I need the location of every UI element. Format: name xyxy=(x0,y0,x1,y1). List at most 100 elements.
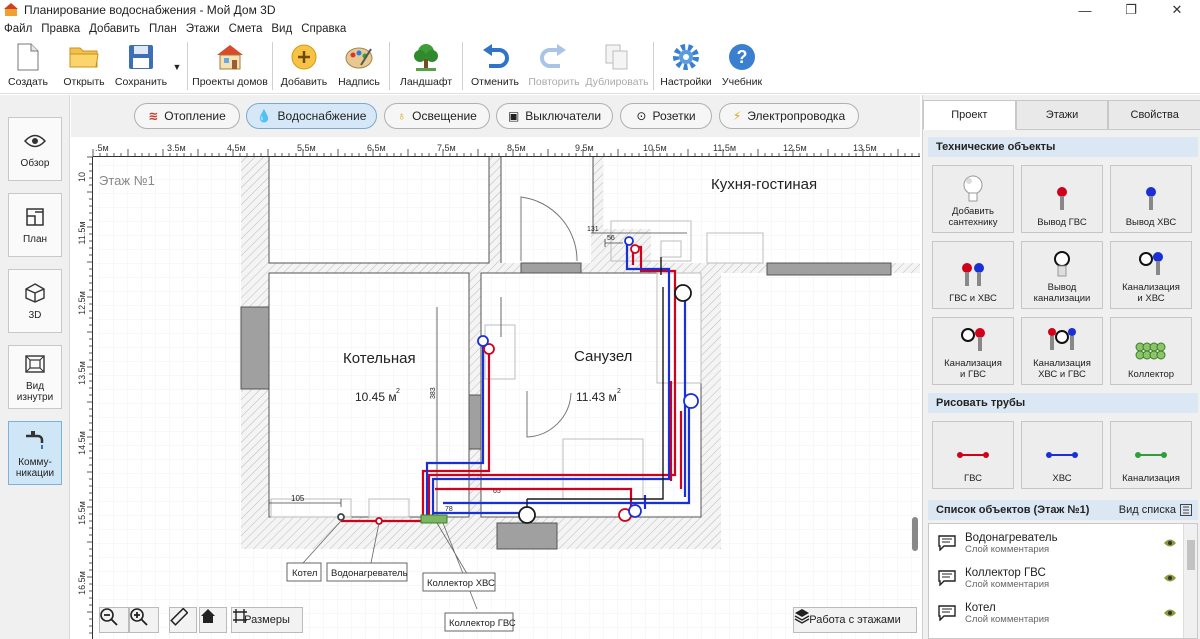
ruler-x-label: 10.5м xyxy=(643,143,667,153)
view-3d-button[interactable]: 3D xyxy=(8,269,62,333)
save-dropdown-chevron-icon[interactable]: ▼ xyxy=(170,38,184,72)
tab-switches[interactable]: ▣ Выключатели xyxy=(496,103,613,129)
sewer-cold-item[interactable]: Канализация и ХВС xyxy=(1110,241,1192,309)
menu-help[interactable]: Справка xyxy=(301,23,346,35)
undo-button[interactable]: Отменить xyxy=(466,38,524,94)
add-button[interactable]: Добавить xyxy=(276,38,332,94)
cold-water-outlet-item[interactable]: Вывод ХВС xyxy=(1110,165,1192,233)
window-title: Планирование водоснабжения - Мой Дом 3D xyxy=(24,3,276,17)
collectors[interactable] xyxy=(420,514,448,524)
floors-work-button[interactable]: Работа с этажами xyxy=(793,607,917,633)
settings-button[interactable]: Настройки xyxy=(657,38,715,94)
callout-water-heater[interactable]: Водонагреватель xyxy=(326,562,408,582)
menu-view[interactable]: Вид xyxy=(271,23,292,35)
ruler-x-label: 8.5м xyxy=(507,143,526,153)
visibility-eye-icon[interactable] xyxy=(1163,538,1177,548)
heating-icon: ≋ xyxy=(148,109,159,123)
sewer-hot-item[interactable]: Канализация и ГВС xyxy=(932,317,1014,385)
home-button[interactable] xyxy=(199,607,227,633)
section-header-tech-objects: Технические объекты xyxy=(928,137,1198,157)
tab-floors[interactable]: Этажи xyxy=(1015,100,1109,130)
callout-boiler[interactable]: Котел xyxy=(286,562,322,582)
plan-button[interactable]: План xyxy=(8,193,62,257)
section-header-draw-pipes: Рисовать трубы xyxy=(928,393,1198,413)
visibility-eye-icon[interactable] xyxy=(1163,573,1177,583)
comment-icon xyxy=(938,605,956,621)
landscape-button[interactable]: Ландшафт xyxy=(393,38,459,94)
menu-edit[interactable]: Правка xyxy=(41,23,80,35)
sewer-icon xyxy=(1054,251,1070,277)
hot-cold-outlet-item[interactable]: ГВС и ХВС xyxy=(932,241,1014,309)
tab-properties[interactable]: Свойства xyxy=(1108,100,1200,130)
tutorial-button[interactable]: ? Учебник xyxy=(715,38,769,94)
zoom-in-button[interactable] xyxy=(129,607,159,633)
plan-canvas[interactable]: .5м 3.5м 4.5м 5.5м 6.5м 7.5м 8.5м 9.5м 1… xyxy=(71,137,920,639)
toolbar-separator xyxy=(389,42,390,90)
tab-water-supply[interactable]: 💧 Водоснабжение xyxy=(246,103,377,129)
redo-button[interactable]: Повторить xyxy=(524,38,584,94)
draw-sewer-pipe-item[interactable]: Канализация xyxy=(1110,421,1192,489)
zoom-out-button[interactable] xyxy=(99,607,129,633)
menu-plan[interactable]: План xyxy=(149,23,177,35)
right-panel: Проект Этажи Свойства Технические объект… xyxy=(922,95,1200,639)
tab-lighting[interactable]: ♁ Освещение xyxy=(384,103,490,129)
overview-button[interactable]: Обзор xyxy=(8,117,62,181)
menu-floors[interactable]: Этажи xyxy=(186,23,220,35)
dimension-label: 131 xyxy=(587,226,599,233)
tab-heating[interactable]: ≋ Отопление xyxy=(134,103,240,129)
list-view-toggle[interactable]: Вид списка xyxy=(1119,504,1192,516)
list-item[interactable]: Водонагреватель Слой комментария xyxy=(929,526,1181,560)
comment-icon xyxy=(938,535,956,551)
save-button[interactable]: Сохранить xyxy=(112,38,170,94)
house-projects-button[interactable]: Проекты домов xyxy=(191,38,269,94)
dimensions-button[interactable]: Размеры xyxy=(231,607,303,633)
close-button[interactable]: ✕ xyxy=(1154,0,1200,20)
collector-item[interactable]: Коллектор xyxy=(1110,317,1192,385)
switch-icon: ▣ xyxy=(507,109,520,123)
app-icon xyxy=(4,3,18,16)
svg-text:Коллектор ХВС: Коллектор ХВС xyxy=(427,578,495,589)
socket-icon: ⊙ xyxy=(636,109,647,123)
list-item[interactable]: Котел Слой комментария xyxy=(929,596,1181,630)
callout-hot-collector[interactable]: Коллектор ГВС xyxy=(444,612,516,632)
area-unit-sup: 2 xyxy=(617,388,621,395)
menu-add[interactable]: Добавить xyxy=(89,23,140,35)
tree-icon xyxy=(414,44,438,71)
sewer-outlet-item[interactable]: Вывод канализации xyxy=(1021,241,1103,309)
menu-file[interactable]: Файл xyxy=(4,23,32,35)
add-plumbing-item[interactable]: Добавить сантехнику xyxy=(932,165,1014,233)
maximize-button[interactable]: ❐ xyxy=(1108,0,1154,20)
label-button[interactable]: Надпись xyxy=(332,38,386,94)
svg-text:Котел: Котел xyxy=(292,568,317,579)
floor-plan[interactable]: .5м 3.5м 4.5м 5.5м 6.5м 7.5м 8.5м 9.5м 1… xyxy=(71,137,920,639)
sewer-hot-cold-item[interactable]: Канализация ХВС и ГВС xyxy=(1021,317,1103,385)
visibility-eye-icon[interactable] xyxy=(1163,608,1177,618)
callout-cold-collector[interactable]: Коллектор ХВС xyxy=(422,572,496,592)
hot-valve-icon xyxy=(1057,187,1067,210)
floor-label: Этаж №1 xyxy=(99,173,155,188)
open-button[interactable]: Открыть xyxy=(56,38,112,94)
measure-button[interactable] xyxy=(169,607,197,633)
tab-sockets[interactable]: ⊙ Розетки xyxy=(620,103,712,129)
draw-hot-pipe-item[interactable]: ГВС xyxy=(932,421,1014,489)
minimize-button[interactable]: — xyxy=(1062,0,1108,20)
ruler-x-label: 5.5м xyxy=(297,143,316,153)
inside-view-button[interactable]: Вид изнутри xyxy=(8,345,62,409)
menu-estimate[interactable]: Смета xyxy=(229,23,263,35)
toolbar-separator xyxy=(462,42,463,90)
list-scrollbar[interactable] xyxy=(1183,524,1197,638)
ruler-x-label: 7.5м xyxy=(437,143,456,153)
tab-wiring[interactable]: ⚡ Электропроводка xyxy=(719,103,859,129)
create-button[interactable]: Создать xyxy=(0,38,56,94)
duplicate-button[interactable]: Дублировать xyxy=(584,38,650,94)
faucet-icon xyxy=(26,430,44,449)
zoom-in-icon xyxy=(130,608,148,626)
hot-water-outlet-item[interactable]: Вывод ГВС xyxy=(1021,165,1103,233)
draw-cold-pipe-item[interactable]: ХВС xyxy=(1021,421,1103,489)
object-list: Водонагреватель Слой комментария Коллекто… xyxy=(928,523,1198,639)
vertical-scrollbar[interactable] xyxy=(912,517,918,551)
communications-button[interactable]: Комму- никации xyxy=(8,421,62,485)
tab-project[interactable]: Проект xyxy=(923,100,1016,130)
list-item[interactable]: Коллектор ГВС Слой комментария xyxy=(929,561,1181,595)
toolbar-separator xyxy=(272,42,273,90)
